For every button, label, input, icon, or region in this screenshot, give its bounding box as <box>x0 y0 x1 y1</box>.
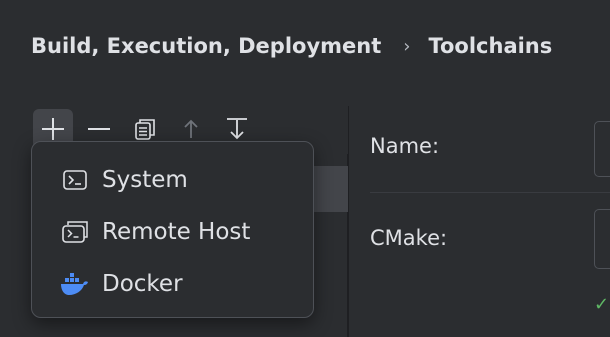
terminal-icon <box>60 165 90 195</box>
menu-item-label: Remote Host <box>102 219 251 245</box>
copy-icon <box>135 119 155 140</box>
cmake-status-check-icon: ✓ <box>594 294 610 315</box>
cmake-field[interactable] <box>594 209 610 269</box>
arrow-up-icon <box>184 119 198 138</box>
panel-splitter[interactable] <box>348 106 349 337</box>
remote-terminal-icon <box>60 217 90 247</box>
menu-item-label: System <box>102 167 188 193</box>
name-field[interactable] <box>594 121 610 177</box>
menu-item-system[interactable]: System <box>60 163 188 197</box>
breadcrumb-current: Toolchains <box>428 34 553 58</box>
selected-toolchain-row[interactable] <box>310 166 348 212</box>
name-label: Name: <box>370 134 440 158</box>
form-divider <box>370 192 610 193</box>
menu-item-docker[interactable]: Docker <box>60 267 183 301</box>
minus-icon <box>88 128 110 130</box>
cmake-label: CMake: <box>370 226 448 250</box>
arrow-down-icon <box>227 118 247 140</box>
menu-item-remote-host[interactable]: Remote Host <box>60 215 250 249</box>
add-toolchain-menu: System Remote Host Docker <box>31 141 314 318</box>
docker-icon <box>60 269 90 299</box>
plus-icon <box>42 118 64 140</box>
breadcrumb-separator: › <box>403 35 411 57</box>
breadcrumb-parent[interactable]: Build, Execution, Deployment <box>31 34 381 58</box>
menu-item-label: Docker <box>102 271 183 297</box>
breadcrumb: Build, Execution, Deployment › Toolchain… <box>31 30 552 62</box>
